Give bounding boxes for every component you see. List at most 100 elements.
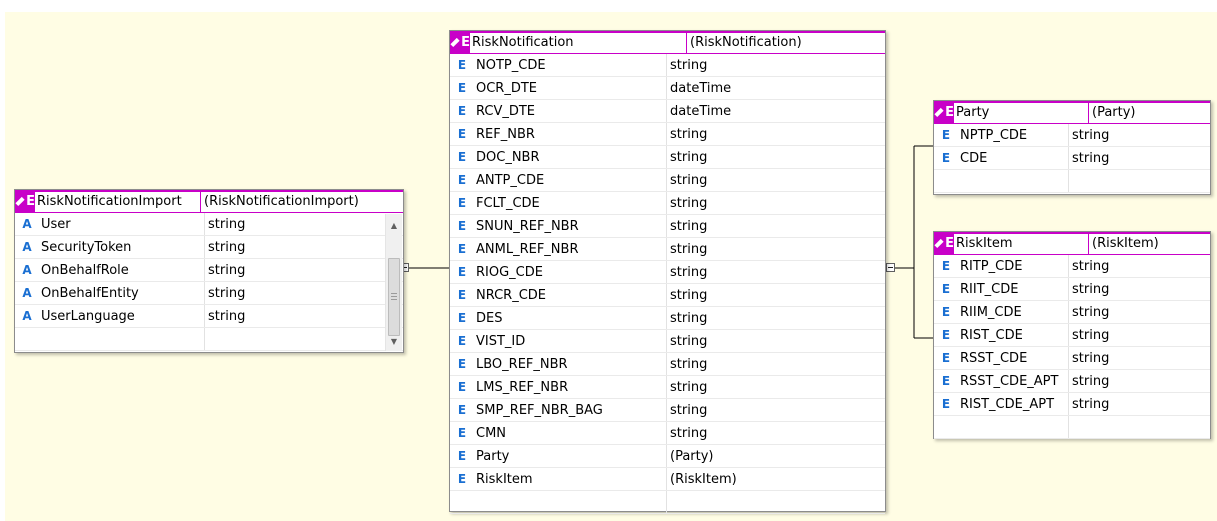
element-icon: E	[457, 242, 467, 256]
field-row[interactable]: E ANML_REF_NBR string	[450, 238, 885, 261]
field-row[interactable]: E RSST_CDE_APT string	[934, 370, 1210, 393]
grip-icon	[391, 293, 397, 300]
node-header[interactable]: E RiskNotification (RiskNotification)	[450, 31, 885, 54]
field-row[interactable]: E RITP_CDE string	[934, 255, 1210, 278]
field-row[interactable]: E Party (Party)	[450, 445, 885, 468]
field-row[interactable]: E ANTP_CDE string	[450, 169, 885, 192]
field-name: DES	[474, 307, 667, 329]
field-type: string	[1072, 374, 1110, 389]
node-header[interactable]: E Party (Party)	[934, 101, 1210, 124]
field-name: OCR_DTE	[474, 77, 667, 99]
field-type: string	[1072, 282, 1110, 297]
field-row[interactable]: E SMP_REF_NBR_BAG string	[450, 399, 885, 422]
node-rows: E NPTP_CDE string E CDE string	[934, 124, 1210, 170]
element-icon: E	[457, 127, 467, 141]
element-icon: E	[941, 128, 951, 142]
field-type: string	[208, 309, 246, 324]
field-name: SecurityToken	[39, 236, 205, 258]
field-name: CMN	[474, 422, 667, 444]
vertical-scrollbar[interactable]: ▲ ▼	[385, 214, 402, 351]
field-name: RITP_CDE	[958, 255, 1069, 277]
element-icon: E	[457, 426, 467, 440]
field-name: CDE	[958, 147, 1069, 169]
field-row[interactable]: A OnBehalfRole string	[15, 259, 403, 282]
field-type: string	[670, 173, 708, 188]
field-name: OnBehalfRole	[39, 259, 205, 281]
field-row[interactable]: E RIOG_CDE string	[450, 261, 885, 284]
node-title: Party	[954, 103, 1089, 123]
field-row[interactable]: E REF_NBR string	[450, 123, 885, 146]
field-type: string	[1072, 151, 1110, 166]
element-header-icon: E	[934, 232, 954, 254]
field-row[interactable]: E SNUN_REF_NBR string	[450, 215, 885, 238]
field-row[interactable]: E FCLT_CDE string	[450, 192, 885, 215]
field-type: string	[670, 127, 708, 142]
field-type: string	[670, 426, 708, 441]
field-row[interactable]: E RSST_CDE string	[934, 347, 1210, 370]
node-risknotification[interactable]: E RiskNotification (RiskNotification) EN…	[449, 30, 886, 514]
element-icon: E	[941, 397, 951, 411]
field-type: string	[1072, 305, 1110, 320]
field-row[interactable]: A SecurityToken string	[15, 236, 403, 259]
scroll-up-arrow-icon[interactable]: ▲	[386, 217, 402, 233]
field-name: RIST_CDE	[958, 324, 1069, 346]
field-row[interactable]: E DOC_NBR string	[450, 146, 885, 169]
field-type: string	[670, 334, 708, 349]
field-row[interactable]: E RiskItem (RiskItem)	[450, 468, 885, 491]
field-type: (Party)	[670, 449, 714, 464]
node-risknotificationimport[interactable]: E RiskNotificationImport (RiskNotificati…	[14, 189, 404, 353]
node-party[interactable]: E Party (Party) E NPTP_CDE string E CDE strin…	[933, 100, 1211, 195]
scroll-down-arrow-icon[interactable]: ▼	[386, 333, 402, 349]
field-row[interactable]: E LMS_REF_NBR string	[450, 376, 885, 399]
field-name: RIIM_CDE	[958, 301, 1069, 323]
element-icon: E	[941, 259, 951, 273]
field-row[interactable]: E DES string	[450, 307, 885, 330]
field-type: string	[1072, 351, 1110, 366]
node-rows: A User string A SecurityToken string A OnBehalf…	[15, 213, 403, 328]
element-icon: E	[457, 449, 467, 463]
field-row[interactable]: E CMN string	[450, 422, 885, 445]
node-type: (RiskItem)	[1089, 234, 1210, 254]
field-row[interactable]: E NRCR_CDE string	[450, 284, 885, 307]
element-icon: E	[457, 403, 467, 417]
node-header[interactable]: E RiskItem (RiskItem)	[934, 232, 1210, 255]
field-row[interactable]: E NPTP_CDE string	[934, 124, 1210, 147]
field-row[interactable]: E OCR_DTE dateTime	[450, 77, 885, 100]
element-icon: E	[457, 58, 467, 72]
field-row[interactable]: E CDE string	[934, 147, 1210, 170]
empty-row	[934, 416, 1210, 439]
node-title: RiskNotification	[470, 33, 687, 53]
field-row[interactable]: E RIST_CDE_APT string	[934, 393, 1210, 416]
field-name: RSST_CDE_APT	[958, 370, 1069, 392]
field-name: UserLanguage	[39, 305, 205, 327]
field-row[interactable]: E VIST_ID string	[450, 330, 885, 353]
field-type: dateTime	[670, 81, 732, 96]
element-header-icon: E	[15, 190, 35, 212]
field-row[interactable]: E RIIM_CDE string	[934, 301, 1210, 324]
field-row[interactable]: E RCV_DTE dateTime	[450, 100, 885, 123]
field-name: ANML_REF_NBR	[474, 238, 667, 260]
field-name: FCLT_CDE	[474, 192, 667, 214]
element-header-icon: E	[934, 101, 954, 123]
node-riskitem[interactable]: E RiskItem (RiskItem) E RITP_CDE string E RI…	[933, 231, 1211, 439]
field-row[interactable]: E LBO_REF_NBR string	[450, 353, 885, 376]
field-name: RIIT_CDE	[958, 278, 1069, 300]
element-icon: E	[941, 151, 951, 165]
field-row[interactable]: E NOTP_CDE string	[450, 54, 885, 77]
field-row[interactable]: A User string	[15, 213, 403, 236]
field-name: OnBehalfEntity	[39, 282, 205, 304]
diamond-icon	[934, 238, 944, 248]
empty-row	[15, 328, 403, 351]
node-header[interactable]: E RiskNotificationImport (RiskNotificati…	[15, 190, 403, 213]
field-type: string	[208, 217, 246, 232]
field-row[interactable]: A UserLanguage string	[15, 305, 403, 328]
field-name: DOC_NBR	[474, 146, 667, 168]
field-row[interactable]: E RIIT_CDE string	[934, 278, 1210, 301]
element-icon: E	[941, 305, 951, 319]
field-row[interactable]: E RIST_CDE string	[934, 324, 1210, 347]
field-name: User	[39, 213, 205, 235]
scroll-thumb[interactable]	[388, 258, 400, 336]
field-row[interactable]: A OnBehalfEntity string	[15, 282, 403, 305]
element-icon: E	[457, 380, 467, 394]
collapse-toggle-notification[interactable]	[886, 263, 895, 272]
